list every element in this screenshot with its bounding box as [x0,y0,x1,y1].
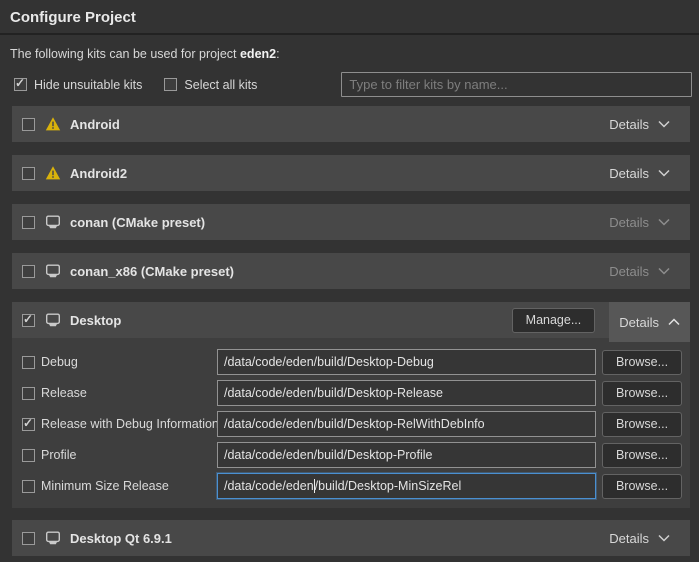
build-config-label: Release with Debug Information [41,417,217,431]
chevron-down-icon [658,120,670,128]
chevron-down-icon [658,534,670,542]
details-label: Details [609,117,649,132]
warning-icon [45,116,61,132]
hide-unsuitable-kits-checkbox[interactable] [14,78,27,91]
release-path-input[interactable] [217,380,596,406]
kit-row-conan: conan (CMake preset) Details [12,204,690,240]
details-button-desktop-qt[interactable]: Details [599,520,680,556]
kit-row-conan-x86: conan_x86 (CMake preset) Details [12,253,690,289]
build-config-row-minsizerel: Minimum Size Release /data/code/eden/bui… [22,473,682,499]
details-button-desktop[interactable]: Details [609,302,690,342]
kit-row-android2: Android2 Details [12,155,690,191]
debug-browse-button[interactable]: Browse... [602,350,682,375]
release-browse-button[interactable]: Browse... [602,381,682,406]
select-all-kits-option[interactable]: Select all kits [164,78,257,92]
kit-conan-x86-checkbox[interactable] [22,265,35,278]
details-label: Details [609,166,649,181]
build-config-label: Debug [41,355,217,369]
select-all-kits-label: Select all kits [184,78,257,92]
select-all-kits-checkbox[interactable] [164,78,177,91]
desktop-icon [45,530,61,546]
build-config-label: Release [41,386,217,400]
chevron-down-icon [658,218,670,226]
hide-unsuitable-kits-label: Hide unsuitable kits [34,78,142,92]
build-config-row-relwithdebinfo: Release with Debug Information Browse... [22,411,682,437]
build-config-row-release: Release Browse... [22,380,682,406]
minsizerel-checkbox[interactable] [22,480,35,493]
chevron-up-icon [668,318,680,326]
warning-icon [45,165,61,181]
relwithdebinfo-checkbox[interactable] [22,418,35,431]
minsizerel-browse-button[interactable]: Browse... [602,474,682,499]
profile-browse-button[interactable]: Browse... [602,443,682,468]
page-title: Configure Project [0,0,699,35]
desktop-icon [45,312,61,328]
kit-name: conan (CMake preset) [70,215,205,230]
build-config-label: Minimum Size Release [41,479,217,493]
kit-name: Desktop [70,313,121,328]
profile-checkbox[interactable] [22,449,35,462]
debug-checkbox[interactable] [22,356,35,369]
path-text-before-caret: /data/code/eden [224,479,314,493]
details-label: Details [609,215,649,230]
manage-button[interactable]: Manage... [512,308,596,333]
details-button-conan-x86[interactable]: Details [599,253,680,289]
kit-row-desktop: Desktop Manage... Details [12,302,690,338]
desktop-kit-details-panel: Debug Browse... Release Browse... Releas… [12,338,690,508]
kit-android2-checkbox[interactable] [22,167,35,180]
path-text-after-caret: /build/Desktop-MinSizeRel [315,479,462,493]
details-label: Details [619,315,659,330]
relwithdebinfo-path-input[interactable] [217,411,596,437]
desktop-icon [45,263,61,279]
details-label: Details [609,264,649,279]
chevron-down-icon [658,169,670,177]
kit-filter-input[interactable] [341,72,692,97]
profile-path-input[interactable] [217,442,596,468]
kit-list: Android Details Android2 Details conan (… [12,106,690,556]
kit-desktop-checkbox[interactable] [22,314,35,327]
kit-row-android: Android Details [12,106,690,142]
intro-prefix: The following kits can be used for proje… [10,47,240,61]
details-button-android2[interactable]: Details [599,155,680,191]
kit-name: Desktop Qt 6.9.1 [70,531,172,546]
build-config-label: Profile [41,448,217,462]
kit-android-checkbox[interactable] [22,118,35,131]
kit-row-desktop-qt: Desktop Qt 6.9.1 Details [12,520,690,556]
details-button-android[interactable]: Details [599,106,680,142]
project-name: eden2 [240,47,276,61]
kit-conan-checkbox[interactable] [22,216,35,229]
details-label: Details [609,531,649,546]
desktop-icon [45,214,61,230]
hide-unsuitable-kits-option[interactable]: Hide unsuitable kits [14,78,142,92]
minsizerel-path-input[interactable]: /data/code/eden/build/Desktop-MinSizeRel [217,473,596,499]
kit-name: Android [70,117,120,132]
relwithdebinfo-browse-button[interactable]: Browse... [602,412,682,437]
debug-path-input[interactable] [217,349,596,375]
kit-name: conan_x86 (CMake preset) [70,264,234,279]
kit-desktop-qt-checkbox[interactable] [22,532,35,545]
details-button-conan[interactable]: Details [599,204,680,240]
release-checkbox[interactable] [22,387,35,400]
build-config-row-debug: Debug Browse... [22,349,682,375]
intro-text: The following kits can be used for proje… [10,47,689,61]
intro-suffix: : [276,47,279,61]
filter-toolbar: Hide unsuitable kits Select all kits [14,72,692,97]
build-config-row-profile: Profile Browse... [22,442,682,468]
chevron-down-icon [658,267,670,275]
kit-name: Android2 [70,166,127,181]
